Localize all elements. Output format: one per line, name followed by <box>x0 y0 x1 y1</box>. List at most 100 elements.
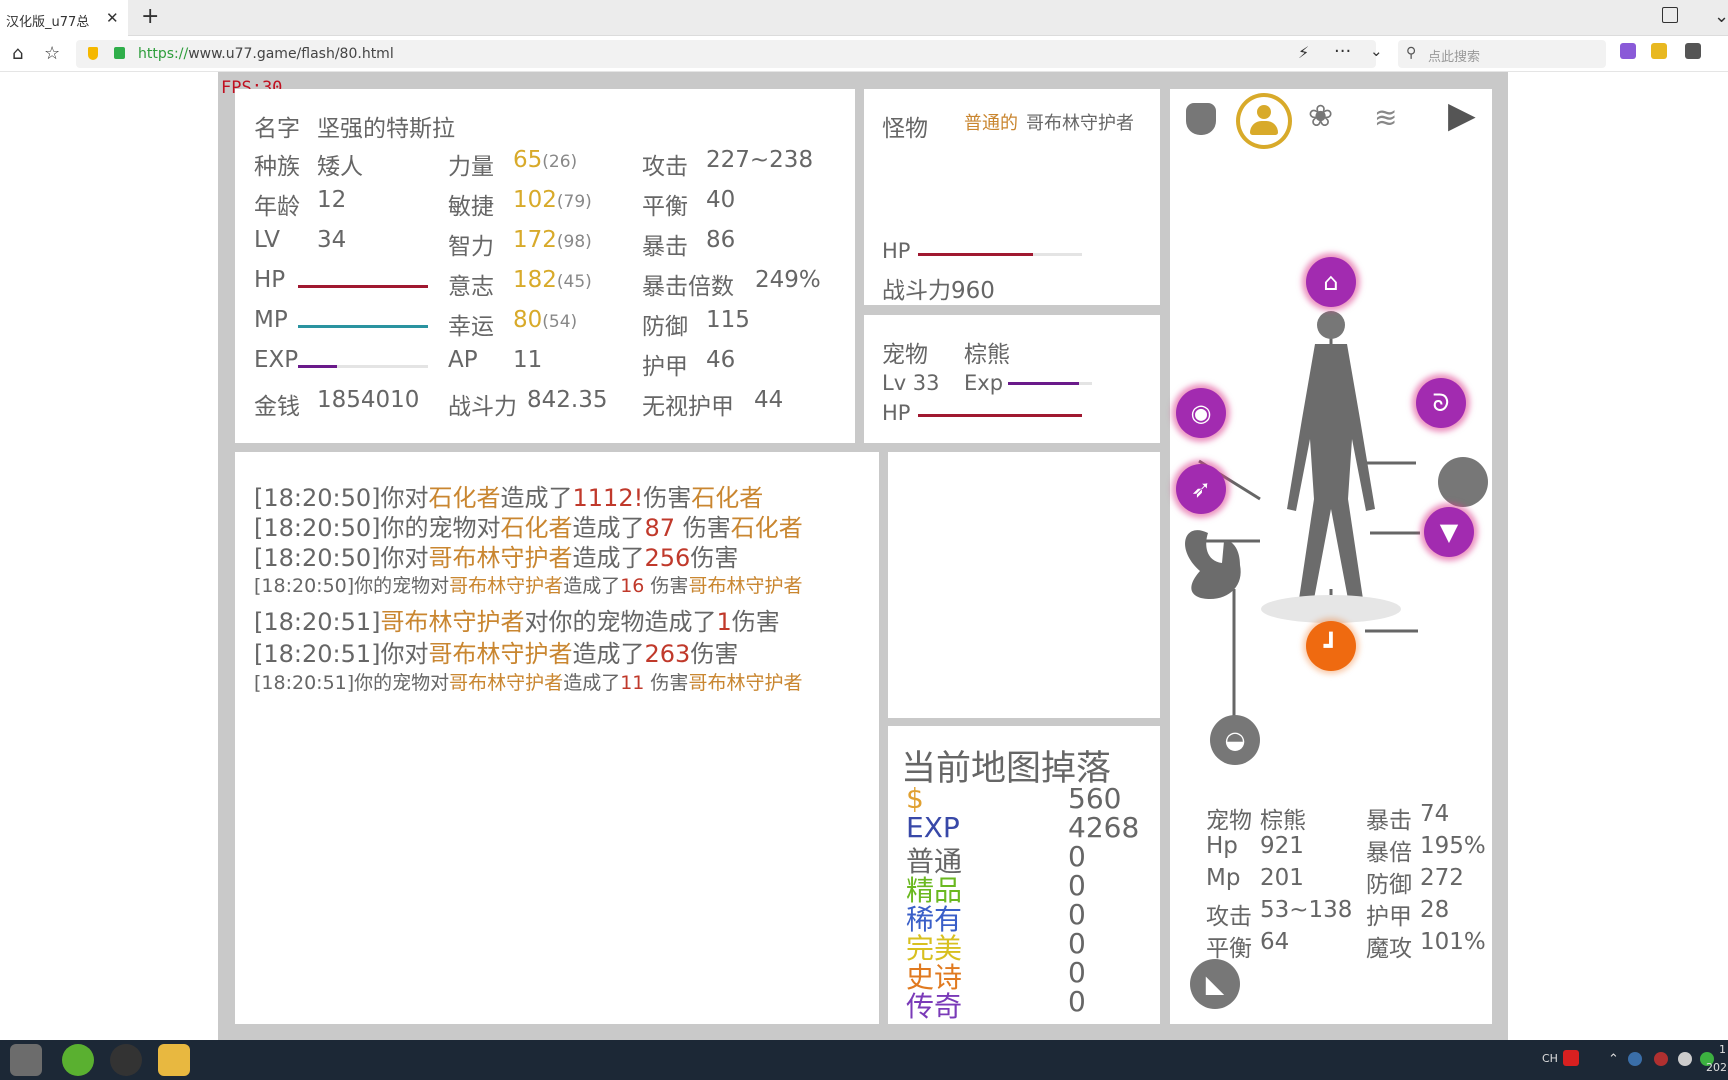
critmul-value: 249% <box>755 267 821 293</box>
character-tab-icon[interactable] <box>1236 93 1292 149</box>
minimize-icon[interactable]: ⌄ <box>1714 6 1728 27</box>
monster-power: 战斗力960 <box>882 278 995 304</box>
chevron-down-icon[interactable]: ⌄ <box>1370 42 1383 60</box>
input-language[interactable]: CH <box>1542 1052 1558 1065</box>
apps-grid-icon[interactable] <box>1685 43 1701 59</box>
pet-stats-def-value: 272 <box>1420 865 1464 891</box>
monster-panel: 怪物 普通的 哥布林守护者 HP 战斗力960 <box>864 89 1160 305</box>
boots-slot[interactable]: ┛ <box>1306 621 1356 671</box>
log-segment: 造成了 <box>563 672 621 694</box>
pet-stats-atk-value: 53~138 <box>1260 897 1353 923</box>
bolt-icon[interactable]: ⚡ <box>1298 43 1309 62</box>
will-label: 意志 <box>448 274 494 300</box>
pet-stats-magic-label: 魔攻 <box>1366 936 1412 962</box>
home-icon[interactable]: ⌂ <box>12 43 23 64</box>
log-segment: 伤害 <box>731 608 780 636</box>
pet-stats-magic-value: 101% <box>1420 929 1486 955</box>
pet-stats-armor-label: 护甲 <box>1366 904 1412 930</box>
log-segment: 1 <box>716 608 732 636</box>
ime-icon[interactable] <box>1563 1050 1579 1066</box>
crit-value: 86 <box>706 227 736 253</box>
weapon-slot[interactable]: ➶ <box>1176 464 1226 514</box>
bag-icon[interactable] <box>1186 103 1216 135</box>
drop-type-count: 0 <box>1068 985 1086 1018</box>
new-tab-button[interactable]: + <box>141 4 159 29</box>
pet-exp-label: Exp <box>964 371 1004 395</box>
pet-armor-icon: ◣ <box>1205 970 1225 998</box>
tray-chevron-icon[interactable]: ⌃ <box>1608 1052 1619 1067</box>
ignore-armor-value: 44 <box>754 387 784 413</box>
pet-exp-bar <box>1008 382 1092 385</box>
steam-tray-icon[interactable] <box>1628 1052 1642 1066</box>
network-tray-icon[interactable] <box>1678 1052 1692 1066</box>
pet-stats-hp-value: 921 <box>1260 833 1304 859</box>
critmul-label: 暴击倍数 <box>642 274 734 300</box>
skin-icon[interactable] <box>1662 7 1678 23</box>
battle-log-panel: [18:20:50]你对石化者造成了1112!伤害石化者 [18:20:50]你的… <box>235 452 879 1024</box>
log-entry: [18:20:50]你的宠物对哥布林守护者造成了16 伤害哥布林守护者 <box>254 571 802 598</box>
log-segment: 石化者 <box>730 514 803 542</box>
more-icon[interactable]: ··· <box>1334 41 1351 62</box>
int-label: 智力 <box>448 234 494 260</box>
int-base: (98) <box>556 232 592 252</box>
exp-label: EXP <box>254 347 299 373</box>
close-tab-icon[interactable]: ✕ <box>106 9 119 27</box>
bal-label: 平衡 <box>642 194 688 220</box>
log-entry: [18:20:51]你对哥布林守护者造成了263伤害 <box>254 634 738 669</box>
user-app-icon[interactable] <box>10 1044 42 1076</box>
monster-hp-bar <box>918 253 1082 256</box>
log-segment: 263 <box>644 640 691 668</box>
pet-stats-crit-label: 暴击 <box>1366 808 1412 834</box>
age-value: 12 <box>317 187 347 213</box>
play-icon[interactable]: ▶ <box>1448 95 1476 136</box>
star-list-icon[interactable]: ☆ <box>44 43 60 64</box>
log-entry: [18:20:51]你的宠物对哥布林守护者造成了11 伤害哥布林守护者 <box>254 668 802 695</box>
address-bar[interactable]: https://www.u77.game/flash/80.html ⚡ ···… <box>76 40 1383 68</box>
search-input[interactable]: ⚲ 点此搜索 <box>1398 40 1606 68</box>
str-label: 力量 <box>448 154 494 180</box>
pet-hp-label: HP <box>882 401 911 425</box>
name-label: 名字 <box>254 116 300 142</box>
paw-icon[interactable]: ❀ <box>1308 99 1333 134</box>
hp-bar-fill <box>298 285 428 288</box>
log-segment: 伤害 <box>690 544 739 572</box>
log-segment: 伤害 <box>644 672 689 694</box>
file-explorer-icon[interactable] <box>158 1044 190 1076</box>
log-segment: 造成了 <box>572 640 645 668</box>
armor-label: 护甲 <box>642 354 688 380</box>
monster-hp-fill <box>918 253 1033 256</box>
log-segment: 造成了 <box>572 544 645 572</box>
pet-stats-mp-label: Mp <box>1206 865 1241 891</box>
atk-value: 227~238 <box>706 147 814 173</box>
pet-slot[interactable]: ◒ <box>1210 715 1260 765</box>
age-label: 年龄 <box>254 194 300 220</box>
log-segment: 对你的宠物造成了 <box>524 608 717 636</box>
mp-bar-fill <box>298 325 428 328</box>
pet-stats-atk-label: 攻击 <box>1206 904 1252 930</box>
helmet-slot[interactable]: ⌂ <box>1306 257 1356 307</box>
atk-label: 攻击 <box>642 154 688 180</box>
pet-stats-mp-value: 201 <box>1260 865 1304 891</box>
offhand-slot[interactable] <box>1438 457 1488 507</box>
extension-icon[interactable] <box>1651 43 1667 59</box>
search-icon: ⚲ <box>1406 45 1417 61</box>
amulet-slot[interactable]: ◉ <box>1176 388 1226 438</box>
mp-label: MP <box>254 307 288 333</box>
pet-stats-armor-value: 28 <box>1420 897 1450 923</box>
tray-app-icon[interactable] <box>1654 1052 1668 1066</box>
url-text: https://www.u77.game/flash/80.html <box>138 46 394 62</box>
drop-type-label: 传奇 <box>906 990 963 1023</box>
luck-value: 80(54) <box>513 307 577 333</box>
browser-app-icon[interactable] <box>62 1044 94 1076</box>
armor-slot[interactable]: ▼ <box>1424 507 1474 557</box>
pet-equip-slot[interactable]: ◣ <box>1190 959 1240 1009</box>
translate-extension-icon[interactable] <box>1620 43 1636 59</box>
pet-lv: Lv 33 <box>882 371 940 395</box>
necklace-slot[interactable]: ᘐ <box>1416 378 1466 428</box>
log-entry: [18:20:51]哥布林守护者对你的宠物造成了1伤害 <box>254 602 780 637</box>
log-segment: 哥布林守护者 <box>449 575 564 597</box>
lv-value: 34 <box>317 227 347 253</box>
recorder-app-icon[interactable] <box>110 1044 142 1076</box>
pet-hp-fill <box>918 414 1082 417</box>
skill-claw-icon[interactable]: ≋ <box>1374 101 1397 134</box>
